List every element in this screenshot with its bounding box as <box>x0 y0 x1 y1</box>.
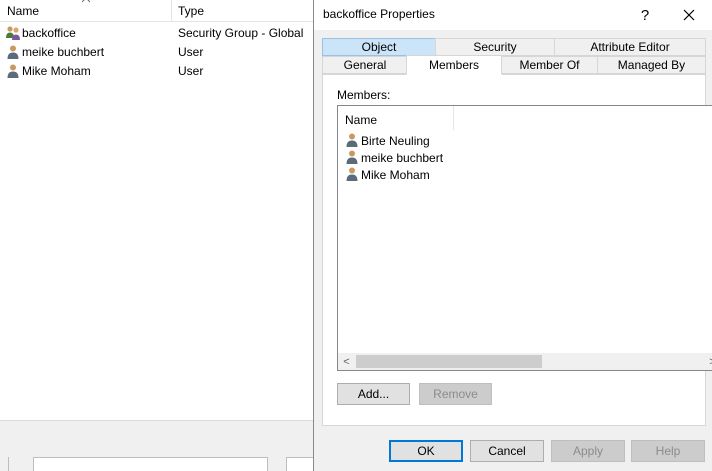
tab-managed-by[interactable]: Managed By <box>597 56 706 74</box>
member-name: meike buchbert <box>361 151 444 165</box>
cancel-button[interactable]: Cancel <box>470 440 544 462</box>
ok-button[interactable]: OK <box>389 440 463 462</box>
members-tab-panel: Members: Name Birte Neuling meike buchbe… <box>322 74 712 426</box>
list-item-name: Mike Moham <box>22 64 91 78</box>
apply-button[interactable]: Apply <box>551 440 625 462</box>
background-field <box>286 457 315 471</box>
column-divider[interactable] <box>171 0 172 22</box>
member-name: Birte Neuling <box>361 134 430 148</box>
tab-members[interactable]: Members <box>406 55 502 75</box>
group-icon <box>6 26 20 40</box>
chevron-left-icon: < <box>343 355 350 368</box>
list-item[interactable]: meike buchbert User <box>0 43 315 62</box>
horizontal-scrollbar[interactable]: < > <box>338 353 712 370</box>
add-button[interactable]: Add... <box>337 383 410 405</box>
remove-button[interactable]: Remove <box>419 383 492 405</box>
user-icon <box>346 150 358 164</box>
user-icon <box>7 45 19 59</box>
title-bar: backoffice Properties ? <box>314 0 712 30</box>
column-header-type[interactable]: Type <box>178 4 204 18</box>
list-item[interactable]: meike buchbert <box>338 149 712 166</box>
list-item[interactable]: Mike Moham User <box>0 62 315 81</box>
scrollbar-thumb[interactable] <box>356 355 542 368</box>
list-item[interactable]: Birte Neuling <box>338 132 712 149</box>
tab-member-of[interactable]: Member Of <box>501 56 598 74</box>
list-item[interactable]: backoffice Security Group - Global <box>0 24 315 43</box>
tab-general[interactable]: General <box>322 56 408 74</box>
members-label: Members: <box>337 88 391 102</box>
column-divider[interactable] <box>453 106 454 130</box>
tab-attribute-editor[interactable]: Attribute Editor <box>554 38 706 56</box>
question-icon: ? <box>640 6 650 24</box>
column-header-name[interactable]: Name <box>345 113 377 127</box>
list-header: Name Type <box>0 0 315 22</box>
close-icon <box>683 9 695 21</box>
member-name: Mike Moham <box>361 168 430 182</box>
sort-arrow-icon <box>82 0 90 3</box>
scroll-right-button[interactable]: > <box>704 353 712 370</box>
list-item-name: backoffice <box>22 26 76 40</box>
user-icon <box>346 167 358 181</box>
list-item-type: User <box>178 45 204 59</box>
column-header-name[interactable]: Name <box>7 4 39 18</box>
background-field-edge <box>8 457 9 471</box>
help-title-button[interactable]: ? <box>625 0 665 30</box>
list-item-type: Security Group - Global <box>178 26 304 40</box>
close-button[interactable] <box>669 0 709 30</box>
dialog-title: backoffice Properties <box>323 7 435 21</box>
list-item[interactable]: Mike Moham <box>338 166 712 183</box>
list-item-name: meike buchbert <box>22 45 105 59</box>
user-icon <box>7 64 19 78</box>
members-listbox[interactable]: Name Birte Neuling meike buchbert Mike M… <box>337 105 712 371</box>
list-item-type: User <box>178 64 204 78</box>
background-object-list: Name Type backoffice Security Group - Gl… <box>0 0 315 471</box>
user-icon <box>346 133 358 147</box>
help-button[interactable]: Help <box>631 440 705 462</box>
properties-dialog: backoffice Properties ? Object Security … <box>313 0 712 471</box>
tab-security[interactable]: Security <box>435 38 555 56</box>
tab-object[interactable]: Object <box>322 38 436 56</box>
background-field <box>33 457 268 471</box>
members-list-header: Name <box>338 106 712 130</box>
scroll-left-button[interactable]: < <box>338 353 355 370</box>
